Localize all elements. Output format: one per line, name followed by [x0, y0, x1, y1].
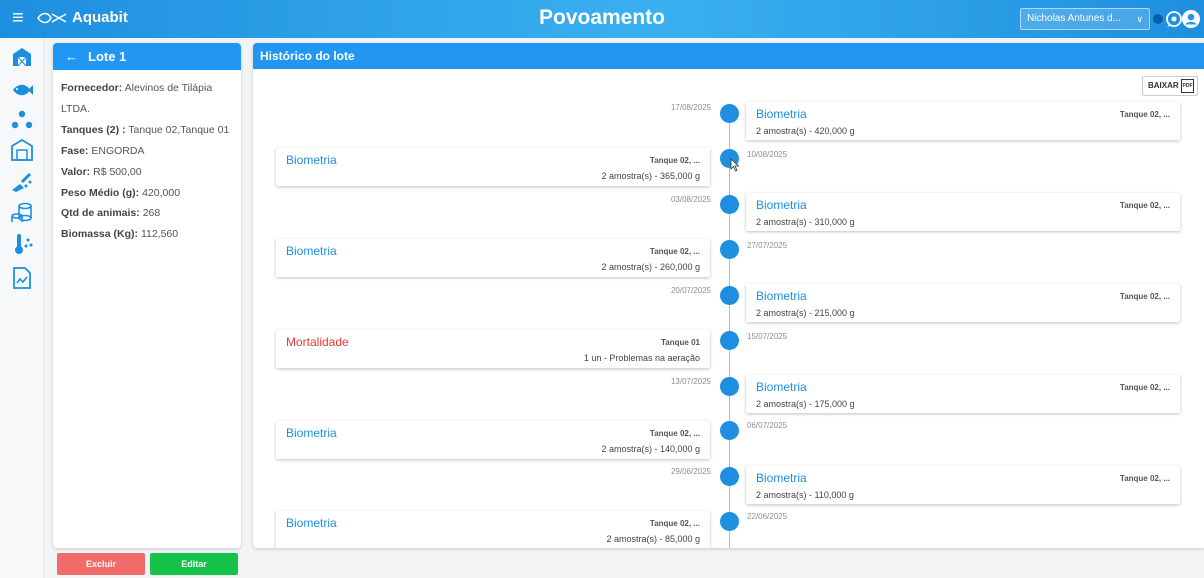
coins-icon[interactable]: [10, 201, 34, 225]
timeline-date: 13/07/2025: [670, 377, 711, 386]
report-icon[interactable]: [10, 266, 34, 290]
timeline-date: 03/08/2025: [670, 195, 711, 204]
event-tank: Tanque 02, ...: [649, 519, 700, 528]
timeline-node: [720, 377, 739, 396]
lote-header: ← Lote 1: [53, 43, 241, 70]
event-tank: Tanque 02, ...: [1119, 110, 1170, 119]
delete-button[interactable]: Excluir: [57, 553, 145, 575]
barn-icon[interactable]: [10, 138, 34, 162]
timeline-node: [720, 421, 739, 440]
event-title: Biometria: [756, 289, 807, 303]
event-tank: Tanque 02, ...: [1119, 383, 1170, 392]
event-tank: Tanque 02, ...: [1119, 474, 1170, 483]
event-title: Biometria: [286, 244, 337, 258]
dots-icon[interactable]: [10, 108, 34, 132]
lote-info: Fornecedor: Alevinos de Tilápia LTDA. Ta…: [53, 70, 241, 245]
timeline-date: 22/06/2025: [747, 512, 788, 521]
user-select[interactable]: Nicholas Antunes d... ∨: [1020, 8, 1163, 30]
event-tank: Tanque 02, ...: [649, 247, 700, 256]
event-desc: 2 amostra(s) - 175,000 g: [756, 399, 855, 409]
mouse-cursor-icon: [730, 158, 740, 172]
event-title: Biometria: [756, 380, 807, 394]
info-biomassa: Biomassa (Kg): 112,560: [61, 228, 179, 241]
timeline-node: [720, 104, 739, 123]
timeline-node: [720, 195, 739, 214]
timeline-date: 06/07/2025: [747, 421, 788, 430]
timeline-node: [720, 286, 739, 305]
timeline-node: [720, 512, 739, 531]
info-fornecedor: Fornecedor: Alevinos de Tilápia LTDA.: [61, 82, 213, 115]
lote-panel: ← Lote 1 Fornecedor: Alevinos de Tilápia…: [53, 43, 241, 548]
feed-icon[interactable]: [10, 170, 34, 194]
brand-logo[interactable]: Aquabit: [36, 9, 128, 26]
timeline-date: 29/06/2025: [670, 467, 711, 476]
timeline-node: [720, 331, 739, 350]
event-desc: 2 amostra(s) - 260,000 g: [601, 262, 700, 272]
fish-icon[interactable]: [10, 78, 34, 102]
farm-icon[interactable]: [10, 45, 34, 69]
timeline-date: 10/08/2025: [747, 150, 788, 159]
lote-title: Lote 1: [88, 49, 127, 64]
event-desc: 2 amostra(s) - 140,000 g: [601, 444, 700, 454]
pdf-icon: PDF: [1181, 79, 1194, 93]
event-title: Biometria: [756, 471, 807, 485]
download-pdf-button[interactable]: BAIXAR PDF: [1142, 76, 1198, 96]
event-desc: 2 amostra(s) - 110,000 g: [756, 490, 854, 500]
event-title: Biometria: [756, 198, 807, 212]
top-bar: ≡ Aquabit Povoamento Nicholas Antunes d.…: [0, 0, 1204, 38]
timeline-date: 15/07/2025: [747, 332, 788, 341]
thermometer-icon[interactable]: [10, 232, 34, 256]
event-title: Mortalidade: [286, 335, 349, 349]
event-card[interactable]: Biometria Tanque 02, ... 2 amostra(s) - …: [276, 148, 710, 186]
history-title: Histórico do lote: [253, 43, 1204, 69]
event-desc: 1 un - Problemas na aeração: [583, 353, 700, 363]
event-desc: 2 amostra(s) - 310,000 g: [756, 217, 855, 227]
info-tanques: Tanques (2) : Tanque 02,Tanque 01: [61, 123, 230, 136]
back-arrow-icon[interactable]: ←: [65, 43, 78, 70]
info-peso-medio: Peso Médio (g): 420,000: [61, 186, 181, 199]
event-card[interactable]: Biometria Tanque 02, ... 2 amostra(s) - …: [746, 375, 1180, 413]
download-label: BAIXAR: [1148, 81, 1179, 90]
event-card[interactable]: Mortalidade Tanque 01 1 un - Problemas n…: [276, 330, 710, 368]
event-title: Biometria: [286, 426, 337, 440]
history-panel: Histórico do lote BAIXAR PDF 17/08/2025 …: [253, 43, 1204, 548]
timeline-node: [720, 240, 739, 259]
timeline-date: 27/07/2025: [747, 241, 788, 250]
sidebar: [0, 38, 44, 578]
info-valor: Valor: R$ 500,00: [61, 165, 142, 178]
event-card[interactable]: Biometria Tanque 02, ... 2 amostra(s) - …: [276, 239, 710, 277]
event-desc: 2 amostra(s) - 85,000 g: [606, 534, 700, 544]
event-title: Biometria: [286, 153, 337, 167]
event-tank: Tanque 02, ...: [649, 156, 700, 165]
event-tank: Tanque 02, ...: [1119, 201, 1170, 210]
user-account-icon[interactable]: [1181, 9, 1201, 29]
event-tank: Tanque 02, ...: [649, 429, 700, 438]
timeline-node: [720, 467, 739, 486]
event-card[interactable]: Biometria Tanque 02, ... 2 amostra(s) - …: [746, 193, 1180, 231]
event-card[interactable]: Biometria Tanque 02, ... 2 amostra(s) - …: [746, 466, 1180, 504]
event-desc: 2 amostra(s) - 215,000 g: [756, 308, 855, 318]
fish-logo-icon: [37, 12, 67, 23]
brand-name: Aquabit: [72, 9, 128, 26]
event-tank: Tanque 01: [661, 338, 700, 347]
event-card[interactable]: Biometria Tanque 02, ... 2 amostra(s) - …: [276, 511, 710, 548]
timeline-date: 17/08/2025: [670, 103, 711, 112]
menu-icon[interactable]: ≡: [12, 8, 24, 28]
chevron-down-icon: ∨: [1136, 14, 1143, 24]
event-card[interactable]: Biometria Tanque 02, ... 2 amostra(s) - …: [746, 284, 1180, 322]
event-card[interactable]: Biometria Tanque 02, ... 2 amostra(s) - …: [746, 102, 1180, 140]
user-name: Nicholas Antunes d...: [1027, 13, 1121, 24]
event-tank: Tanque 02, ...: [1119, 292, 1170, 301]
event-desc: 2 amostra(s) - 420,000 g: [756, 126, 855, 136]
timeline-date: 20/07/2025: [670, 286, 711, 295]
info-fase: Fase: ENGORDA: [61, 144, 145, 157]
edit-button[interactable]: Editar: [150, 553, 238, 575]
info-qtd-animais: Qtd de animais: 268: [61, 207, 161, 220]
event-card[interactable]: Biometria Tanque 02, ... 2 amostra(s) - …: [276, 421, 710, 459]
event-desc: 2 amostra(s) - 365,000 g: [601, 171, 700, 181]
event-title: Biometria: [756, 107, 807, 121]
event-title: Biometria: [286, 516, 337, 530]
add-icon[interactable]: [1153, 14, 1163, 24]
